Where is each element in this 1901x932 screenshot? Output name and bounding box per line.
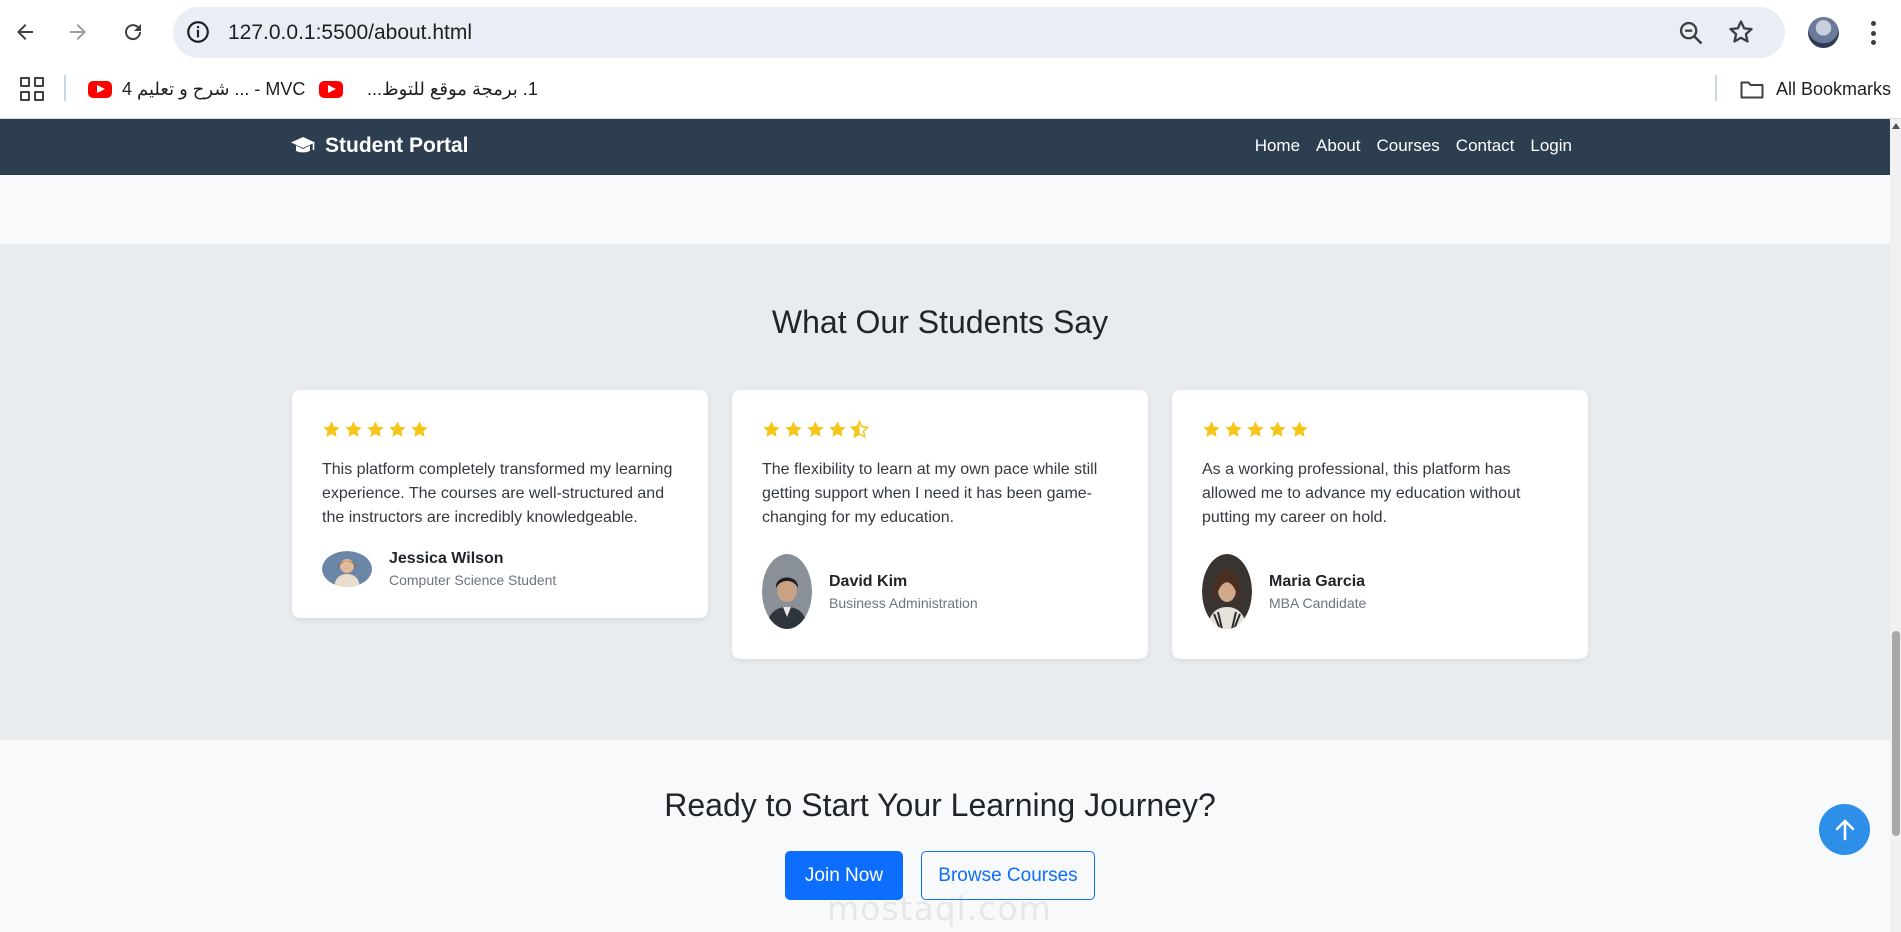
graduation-cap-icon xyxy=(291,137,315,153)
nav-links: Home About Courses Contact Login xyxy=(1239,136,1572,156)
star-icon xyxy=(389,421,406,437)
bookmark-label: MVC - ... شرح و تعليم 4 xyxy=(122,78,306,99)
bookmark-item[interactable]: 1. برمجة موقع للتوظ... xyxy=(319,77,538,101)
all-bookmarks-button[interactable]: All Bookmarks xyxy=(1740,77,1891,101)
scroll-up-arrow[interactable] xyxy=(1892,123,1900,129)
star-rating xyxy=(762,420,1118,440)
star-icon xyxy=(367,421,384,437)
star-icon xyxy=(345,421,362,437)
testimonials-title: What Our Students Say xyxy=(771,304,1109,340)
menu-button[interactable] xyxy=(1868,18,1878,48)
folder-icon xyxy=(1740,81,1764,98)
star-icon xyxy=(829,421,846,437)
scroll-thumb[interactable] xyxy=(1892,631,1900,836)
cta-title: Ready to Start Your Learning Journey? xyxy=(664,787,1216,823)
arrow-right-icon xyxy=(70,24,86,40)
author-name: David Kim xyxy=(829,572,908,590)
brand-name: Student Portal xyxy=(325,134,469,157)
testimonial-card: As a working professional, this platform… xyxy=(1172,390,1588,659)
page-viewport: Student Portal Home About Courses Contac… xyxy=(0,119,1890,932)
testimonial-author: Maria Garcia MBA Candidate xyxy=(1202,554,1558,629)
testimonial-card: This platform completely transformed my … xyxy=(292,390,708,618)
page-scrollbar[interactable] xyxy=(1890,119,1901,932)
apps-grid-icon[interactable] xyxy=(20,77,44,101)
testimonial-quote: This platform completely transformed my … xyxy=(322,461,673,526)
all-bookmarks-label: All Bookmarks xyxy=(1776,78,1892,99)
address-bar[interactable]: 127.0.0.1:5500/about.html xyxy=(173,7,1785,58)
star-icon xyxy=(785,421,802,437)
star-icon xyxy=(1203,421,1220,437)
star-icon xyxy=(323,421,340,437)
testimonial-card: The flexibility to learn at my own pace … xyxy=(732,390,1148,659)
nav-about[interactable]: About xyxy=(1316,136,1360,156)
bookmark-separator xyxy=(1715,75,1717,101)
star-icon xyxy=(763,421,780,437)
brand-link[interactable]: Student Portal xyxy=(290,134,469,158)
star-icon xyxy=(1225,421,1242,437)
browser-toolbar: 127.0.0.1:5500/about.html xyxy=(0,0,1901,65)
nav-courses[interactable]: Courses xyxy=(1376,136,1439,156)
star-icon xyxy=(850,420,869,439)
bookmark-star-icon[interactable] xyxy=(1727,18,1755,46)
star-icon xyxy=(1269,421,1286,437)
author-name: Maria Garcia xyxy=(1269,572,1366,590)
star-rating xyxy=(1202,420,1558,440)
nav-login[interactable]: Login xyxy=(1530,136,1572,156)
back-to-top-button[interactable] xyxy=(1819,804,1870,855)
bookmark-separator xyxy=(64,75,66,101)
testimonial-author: Jessica Wilson Computer Science Student xyxy=(322,550,678,588)
avatar xyxy=(1202,554,1252,629)
forward-button[interactable] xyxy=(60,14,96,50)
watermark-logo: mostaql.com xyxy=(827,889,1052,928)
star-icon xyxy=(1247,421,1264,437)
star-icon xyxy=(1291,421,1308,437)
arrow-left-icon xyxy=(17,24,33,40)
testimonial-author: David Kim Business Administration xyxy=(762,554,1118,629)
author-role: MBA Candidate xyxy=(1269,594,1367,611)
site-info-icon[interactable] xyxy=(185,19,211,45)
avatar xyxy=(762,554,812,629)
testimonial-quote: As a working professional, this platform… xyxy=(1202,461,1521,526)
nav-contact[interactable]: Contact xyxy=(1456,136,1515,156)
zoom-icon[interactable] xyxy=(1677,19,1705,47)
profile-avatar[interactable] xyxy=(1808,17,1839,48)
site-navbar: Student Portal Home About Courses Contac… xyxy=(0,119,1890,175)
youtube-icon xyxy=(319,80,343,98)
author-role: Computer Science Student xyxy=(389,572,557,588)
url-text[interactable]: 127.0.0.1:5500/about.html xyxy=(228,21,472,45)
arrow-up-icon xyxy=(1835,819,1854,840)
back-button[interactable] xyxy=(7,14,43,50)
youtube-icon xyxy=(88,80,112,98)
testimonials-section: What Our Students Say This platform comp… xyxy=(0,244,1890,740)
avatar xyxy=(322,551,372,587)
testimonial-quote: The flexibility to learn at my own pace … xyxy=(762,461,1098,526)
bookmark-label: 1. برمجة موقع للتوظ... xyxy=(367,78,538,99)
bookmark-item[interactable]: MVC - ... شرح و تعليم 4 xyxy=(88,77,305,101)
reload-icon xyxy=(125,24,142,41)
star-rating xyxy=(322,420,678,440)
bookmarks-bar: MVC - ... شرح و تعليم 4 1. برمجة موقع لل… xyxy=(0,65,1901,119)
reload-button[interactable] xyxy=(115,14,151,50)
nav-home[interactable]: Home xyxy=(1255,136,1300,156)
author-name: Jessica Wilson xyxy=(389,550,504,567)
author-role: Business Administration xyxy=(829,594,978,611)
star-icon xyxy=(807,421,824,437)
star-icon xyxy=(411,421,428,437)
